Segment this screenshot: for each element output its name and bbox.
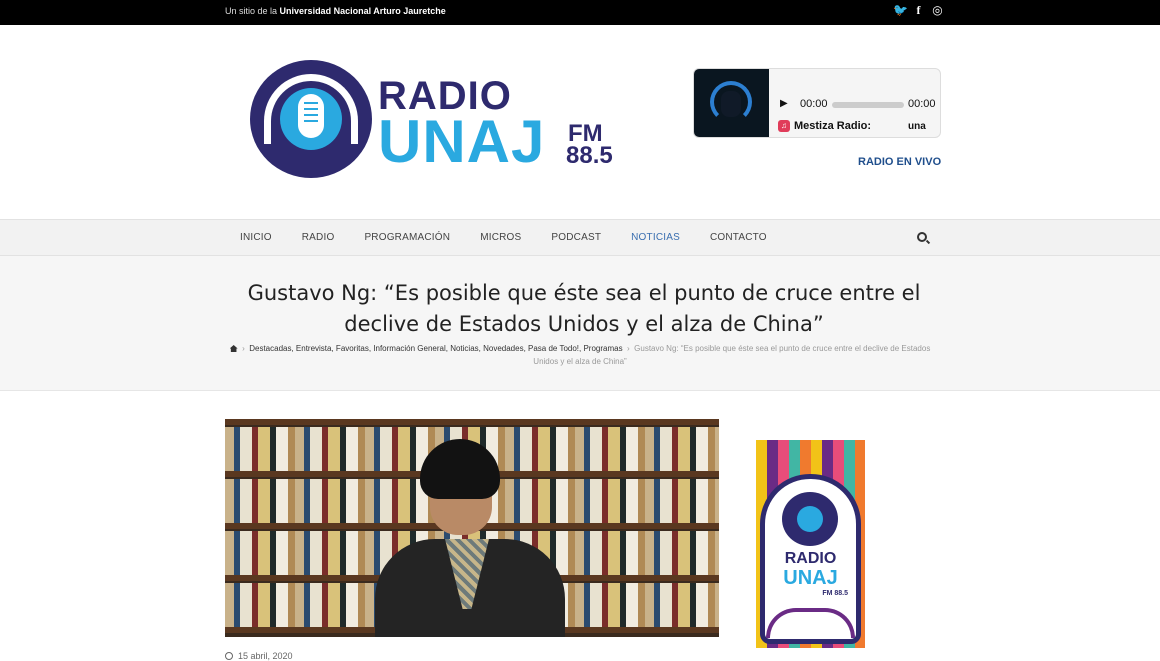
search-icon[interactable]	[917, 232, 927, 242]
main-nav: INICIO RADIO PROGRAMACIÓN MICROS PODCAST NOTI…	[0, 219, 1160, 256]
site-note: Un sitio de la Universidad Nacional Artu…	[225, 6, 446, 16]
site-logo[interactable]: RADIO UNAJ FM 88.5	[250, 60, 635, 180]
player-duration: 00:00	[908, 98, 936, 110]
site-note-prefix: Un sitio de la	[225, 6, 278, 16]
player-station-name: Mestiza Radio:	[794, 120, 872, 132]
breadcrumb-categories[interactable]: Destacadas, Entrevista, Favoritas, Infor…	[249, 344, 622, 353]
nav-list: INICIO RADIO PROGRAMACIÓN MICROS PODCAST NOTI…	[225, 220, 782, 255]
university-link[interactable]: Universidad Nacional Arturo Jauretche	[280, 6, 446, 16]
sidebar-banner[interactable]: RADIO UNAJ FM 88.5	[756, 440, 865, 648]
twitter-icon[interactable]: 🐦	[893, 3, 908, 17]
home-icon[interactable]	[229, 345, 238, 352]
article-title: Gustavo Ng: “Es posible que éste sea el …	[247, 281, 921, 336]
nav-item-programacion[interactable]: PROGRAMACIÓN	[349, 220, 465, 255]
instagram-icon[interactable]: ◎	[931, 3, 944, 17]
page-title-band: Gustavo Ng: “Es posible que éste sea el …	[0, 256, 1160, 391]
banner-frequency: FM 88.5	[822, 590, 848, 597]
nav-item-contacto[interactable]: CONTACTO	[695, 220, 782, 255]
nav-item-inicio[interactable]: INICIO	[225, 220, 287, 255]
nav-item-podcast[interactable]: PODCAST	[536, 220, 616, 255]
clock-icon	[225, 652, 233, 660]
logo-word-unaj: UNAJ	[378, 108, 546, 175]
breadcrumb: › Destacadas, Entrevista, Favoritas, Inf…	[225, 342, 935, 368]
top-bar: Un sitio de la Universidad Nacional Artu…	[0, 0, 1160, 25]
nav-item-radio[interactable]: RADIO	[287, 220, 350, 255]
facebook-icon[interactable]: f	[912, 3, 925, 17]
music-icon: ♫	[778, 120, 790, 132]
banner-word-radio: RADIO	[784, 550, 837, 567]
banner-word-unaj: UNAJ	[783, 567, 838, 589]
player-scroll-text: una	[908, 121, 926, 132]
logo-frequency: 88.5	[566, 142, 613, 169]
radio-live-link[interactable]: RADIO EN VIVO	[858, 156, 941, 168]
audio-player: ▶ 00:00 00:00 ♫ Mestiza Radio: una	[693, 68, 941, 138]
player-station: ♫ Mestiza Radio:	[778, 120, 871, 132]
site-header: RADIO UNAJ FM 88.5 ▶ 00:00 00:00 ♫ Mesti…	[0, 25, 1160, 219]
player-progress-bar[interactable]	[832, 102, 904, 108]
nav-item-noticias[interactable]: NOTICIAS	[616, 220, 695, 255]
nav-item-micros[interactable]: MICROS	[465, 220, 536, 255]
player-current-time: 00:00	[800, 98, 828, 110]
logo-headphones-icon	[250, 60, 372, 178]
social-links: 🐦 f ◎	[893, 3, 944, 17]
article-image	[225, 419, 719, 637]
player-cover-art	[694, 69, 769, 137]
play-icon[interactable]: ▶	[780, 98, 788, 109]
